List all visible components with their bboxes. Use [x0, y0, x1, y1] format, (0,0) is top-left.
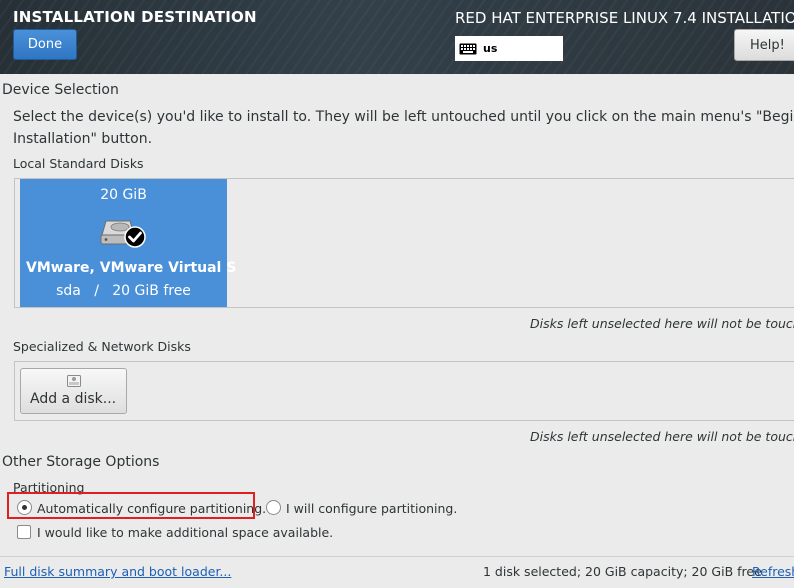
extra-space-label[interactable]: I would like to make additional space av…	[37, 525, 333, 540]
done-button[interactable]: Done	[13, 29, 77, 60]
header-bar: INSTALLATION DESTINATION Done RED HAT EN…	[0, 0, 794, 74]
help-button[interactable]: Help!	[734, 29, 794, 61]
page-title: INSTALLATION DESTINATION	[13, 8, 257, 26]
refresh-link[interactable]: Refresh...	[752, 564, 794, 579]
disk-tile-sda[interactable]: 20 GiB VMware, VMware Virtual S sda / 20…	[20, 179, 236, 307]
extra-space-checkbox[interactable]	[17, 525, 31, 539]
network-disks-label: Specialized & Network Disks	[13, 339, 191, 354]
hard-disk-icon	[100, 220, 146, 248]
local-disks-note: Disks left unselected here will not be t…	[530, 316, 794, 331]
network-disks-note: Disks left unselected here will not be t…	[530, 429, 794, 444]
keyboard-layout-label: us	[483, 42, 498, 55]
footer-divider	[0, 556, 794, 557]
device-selection-heading: Device Selection	[2, 82, 119, 98]
add-disk-label: Add a disk...	[30, 391, 117, 407]
add-disk-button[interactable]: Add a disk...	[20, 368, 127, 414]
disk-status-summary: 1 disk selected; 20 GiB capacity; 20 GiB…	[483, 564, 762, 579]
auto-partition-radio[interactable]	[17, 500, 32, 515]
disk-free-info: sda / 20 GiB free	[56, 283, 191, 299]
network-disks-panel	[14, 361, 794, 421]
disk-name: VMware, VMware Virtual S	[26, 260, 237, 276]
manual-partition-label[interactable]: I will configure partitioning.	[286, 501, 457, 516]
checkmark-icon	[124, 226, 146, 248]
keyboard-layout-indicator[interactable]: us	[455, 36, 563, 61]
add-disk-icon	[67, 375, 81, 387]
device-selection-description-line1: Select the device(s) you'd like to insta…	[13, 109, 794, 125]
keyboard-icon	[459, 43, 477, 54]
storage-options-heading: Other Storage Options	[2, 454, 160, 470]
disk-size: 20 GiB	[100, 187, 147, 203]
auto-partition-label[interactable]: Automatically configure partitioning.	[37, 501, 266, 516]
device-selection-description-line2: Installation" button.	[13, 131, 153, 147]
local-disks-label: Local Standard Disks	[13, 156, 144, 171]
manual-partition-radio[interactable]	[266, 500, 281, 515]
product-title: RED HAT ENTERPRISE LINUX 7.4 INSTALLATIO…	[455, 9, 794, 27]
full-disk-summary-link[interactable]: Full disk summary and boot loader...	[4, 564, 231, 579]
